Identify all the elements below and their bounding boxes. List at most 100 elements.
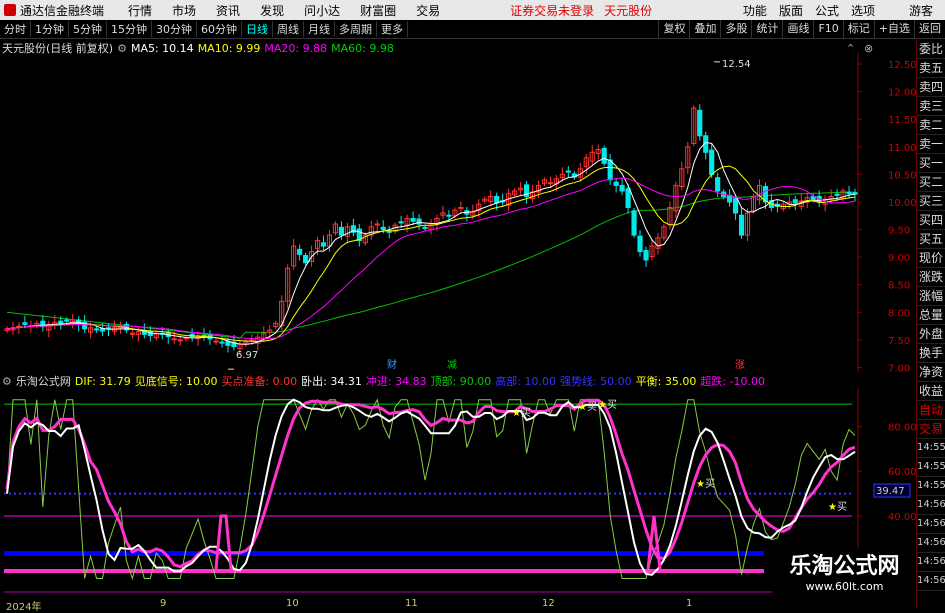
sidebar-item-change[interactable]: 涨跌: [917, 268, 945, 287]
candle-body: [225, 341, 231, 346]
marker-jian: 减: [447, 359, 457, 371]
ind-dif: DIF: 31.79: [74, 374, 131, 388]
menu-function[interactable]: 功能: [737, 2, 773, 19]
indicator-tick-label: 80.00: [888, 423, 917, 434]
sidebar-trade[interactable]: 交易: [917, 420, 945, 439]
tool-mark[interactable]: 标记: [842, 20, 874, 38]
period-more[interactable]: 更多: [377, 21, 408, 37]
candle-body: [637, 235, 643, 253]
price-tick-label: 11.50: [888, 115, 917, 126]
menu-item-trade[interactable]: 交易: [406, 2, 450, 19]
period-weekly[interactable]: 周线: [273, 21, 304, 37]
period-1min[interactable]: 1分钟: [31, 21, 69, 37]
period-5min[interactable]: 5分钟: [69, 21, 107, 37]
tool-back[interactable]: 返回: [914, 20, 945, 38]
tool-draw[interactable]: 画线: [782, 20, 813, 38]
buy-label: 买: [607, 399, 617, 411]
menu-right: 功能 版面 公式 选项 游客: [737, 0, 945, 20]
ind-strong: 强势线: 50.00: [559, 375, 632, 388]
sidebar-item-weibi[interactable]: 委比: [917, 40, 945, 59]
period-15min[interactable]: 15分钟: [107, 21, 152, 37]
candle-body: [625, 188, 631, 208]
menu-item-discover[interactable]: 发现: [250, 2, 294, 19]
menu-item-ask[interactable]: 问小达: [294, 2, 350, 19]
magenta-line: [5, 398, 856, 569]
period-multi[interactable]: 多周期: [335, 21, 377, 37]
candle-body: [58, 320, 64, 324]
period-30min[interactable]: 30分钟: [152, 21, 197, 37]
tool-multi-stock[interactable]: 多股: [720, 20, 751, 38]
sidebar-item-sell4[interactable]: 卖四: [917, 78, 945, 97]
ma5-line: [6, 141, 856, 345]
sidebar-item-outer[interactable]: 外盘: [917, 325, 945, 344]
date-label-1: 1: [686, 598, 693, 609]
sidebar-item-sell2[interactable]: 卖二: [917, 116, 945, 135]
sidebar-item-buy5[interactable]: 买五: [917, 230, 945, 249]
period-bar: 分时 1分钟 5分钟 15分钟 30分钟 60分钟 日线 周线 月线 多周期 更…: [0, 20, 945, 39]
login-alert[interactable]: 证券交易未登录: [510, 2, 594, 19]
app-title: 通达信金融终端: [20, 3, 105, 18]
period-daily[interactable]: 日线: [242, 21, 273, 37]
menu-formula[interactable]: 公式: [809, 2, 845, 19]
ind-attack: 冲进: 34.83: [365, 375, 427, 388]
candle-body: [607, 159, 613, 181]
price-tick-label: 12.50: [888, 60, 917, 71]
buy-label: 买: [521, 407, 531, 419]
period-tick[interactable]: 分时: [0, 21, 31, 37]
tool-f10[interactable]: F10: [813, 20, 842, 38]
watermark: 乐淘公式网 www.60lt.com: [772, 548, 917, 598]
menu-bar: 通达信金融终端 行情 市场 资讯 发现 问小达 财富圈 交易 证券交易未登录 天…: [0, 0, 945, 20]
candle-body: [834, 193, 840, 196]
sidebar-item-sell5[interactable]: 卖五: [917, 59, 945, 78]
stock-name-title: 天元股份: [604, 3, 653, 18]
period-60min[interactable]: 60分钟: [197, 21, 242, 37]
ind-signal: 见底信号: 10.00: [134, 375, 218, 388]
spike-1: [214, 514, 233, 570]
candle-body: [715, 177, 721, 192]
candle-body: [697, 109, 703, 137]
tick-time-6: 14:56: [917, 553, 945, 572]
sidebar-item-buy1[interactable]: 买一: [917, 154, 945, 173]
sidebar-item-netasset[interactable]: 净资: [917, 363, 945, 382]
menu-layout[interactable]: 版面: [773, 2, 809, 19]
sidebar-item-price[interactable]: 现价: [917, 249, 945, 268]
menu-item-market[interactable]: 市场: [162, 2, 206, 19]
candle-body: [643, 250, 649, 261]
tool-add-watchlist[interactable]: +自选: [873, 20, 914, 38]
sidebar-auto[interactable]: 自动: [917, 401, 945, 420]
sidebar-item-buy3[interactable]: 买三: [917, 192, 945, 211]
sidebar-item-sell1[interactable]: 卖一: [917, 135, 945, 154]
sidebar-item-sell3[interactable]: 卖三: [917, 97, 945, 116]
tick-time-1: 14:55: [917, 458, 945, 477]
ind-weak: 超跌: -10.00: [700, 375, 766, 388]
sidebar-item-buy4[interactable]: 买四: [917, 211, 945, 230]
price-chart[interactable]: 12.50 12.00 11.50 11.00 10.50 10.00 9.50 9.00 8.…: [0, 53, 917, 373]
price-tick-label: 12.00: [888, 88, 917, 99]
sidebar-item-pct[interactable]: 涨幅: [917, 287, 945, 306]
tool-stats[interactable]: 统计: [751, 20, 782, 38]
min-price-label: 6.97: [236, 350, 258, 361]
tool-adjust[interactable]: 复权: [658, 20, 689, 38]
price-tick-label: 8.00: [888, 308, 910, 319]
sidebar-item-turnover[interactable]: 换手: [917, 344, 945, 363]
price-tick-label: 8.50: [888, 281, 910, 292]
tick-time-0: 14:55: [917, 439, 945, 458]
period-monthly[interactable]: 月线: [304, 21, 335, 37]
menu-item-quote[interactable]: 行情: [118, 2, 162, 19]
sidebar-item-volume[interactable]: 总量: [917, 306, 945, 325]
indicator-settings-icon[interactable]: ⚙: [2, 375, 12, 388]
candle-body: [177, 339, 183, 342]
candle-body: [398, 221, 404, 224]
ma10-line: [6, 165, 856, 343]
tick-time-7: 14:56: [917, 572, 945, 591]
guest-button[interactable]: 游客: [903, 2, 939, 19]
tool-overlay[interactable]: 叠加: [689, 20, 720, 38]
menu-options[interactable]: 选项: [845, 2, 881, 19]
candle-body: [846, 191, 852, 195]
sidebar-item-buy2[interactable]: 买二: [917, 173, 945, 192]
buy-label: 买: [705, 478, 715, 490]
menu-item-wealth[interactable]: 财富圈: [350, 2, 406, 19]
sidebar-item-earnings[interactable]: 收益: [917, 382, 945, 401]
menu-item-news[interactable]: 资讯: [206, 2, 250, 19]
buy-star-icon: ★: [512, 408, 521, 419]
